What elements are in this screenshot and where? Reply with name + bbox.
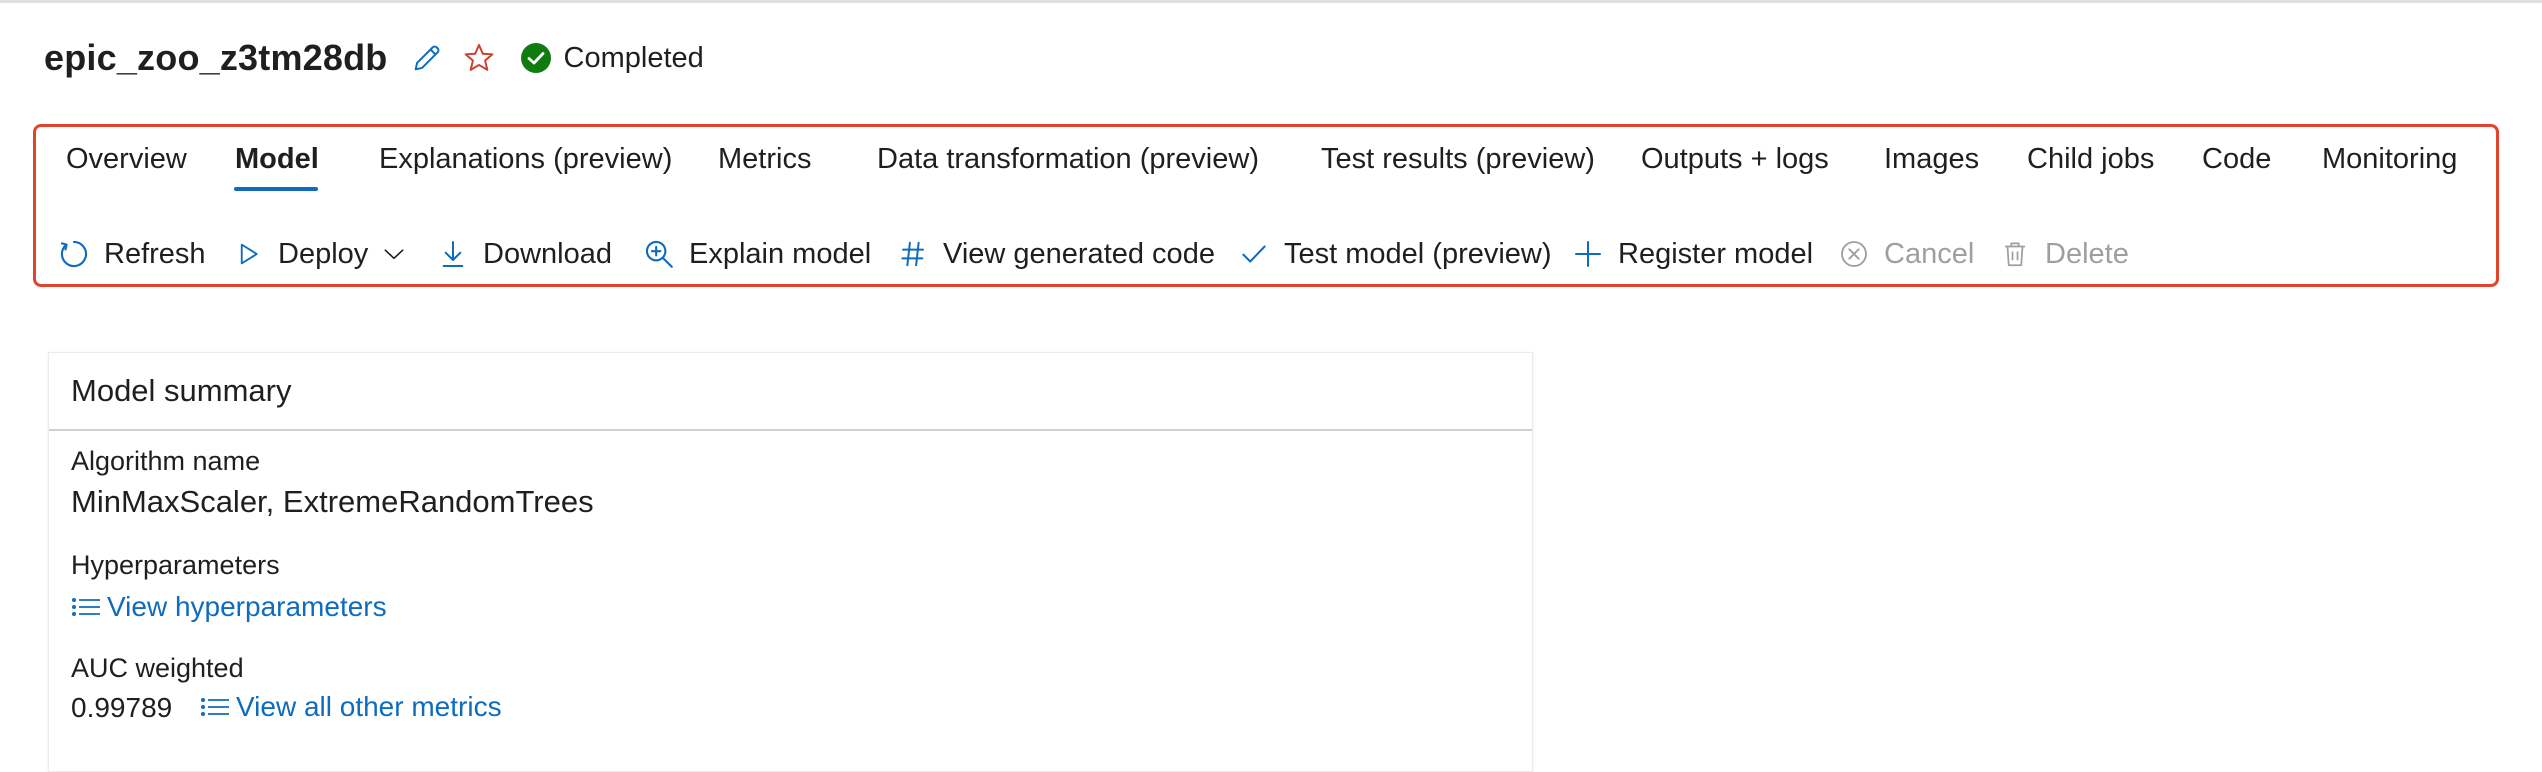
list-icon [71,593,103,621]
deploy-button[interactable]: Deploy [230,230,412,278]
view-hyperparameters-link[interactable]: View hyperparameters [71,591,387,623]
test-model-button[interactable]: Test model (preview) [1236,230,1552,278]
refresh-label: Refresh [104,237,206,270]
refresh-button[interactable]: Refresh [56,230,206,278]
cancel-label: Cancel [1884,237,1975,270]
algorithm-label: Algorithm name [71,446,261,476]
delete-label: Delete [2045,237,2129,270]
zoom-in-icon [641,236,677,272]
trash-icon [1997,236,2033,272]
pencil-icon[interactable] [408,39,446,77]
tab-test-results[interactable]: Test results (preview) [1321,128,1595,190]
deploy-label: Deploy [278,237,369,270]
tab-child-jobs[interactable]: Child jobs [2027,128,2154,190]
view-hyperparameters-label: View hyperparameters [107,591,387,622]
chevron-down-icon [376,236,412,272]
cancel-button[interactable]: Cancel [1836,230,1974,278]
card-divider [49,429,1532,431]
active-tab-indicator [234,187,318,191]
test-model-label: Test model (preview) [1284,237,1552,270]
tab-model[interactable]: Model [235,128,319,190]
cancel-circle-icon [1836,236,1872,272]
checkmark-icon [1236,236,1272,272]
register-model-label: Register model [1618,237,1814,270]
view-generated-code-label: View generated code [943,237,1215,270]
hashtag-icon [895,236,931,272]
explain-model-label: Explain model [689,237,872,270]
view-generated-code-button[interactable]: View generated code [895,230,1215,278]
star-icon[interactable] [460,39,498,77]
tab-explanations[interactable]: Explanations (preview) [379,128,672,190]
job-title: epic_zoo_z3tm28db [44,37,388,78]
card-title: Model summary [71,373,292,408]
list-icon [200,693,232,721]
top-divider [0,0,2542,3]
play-icon [230,236,266,272]
page-header: epic_zoo_z3tm28db Completed [44,30,704,86]
explain-model-button[interactable]: Explain model [641,230,871,278]
tab-monitoring[interactable]: Monitoring [2322,128,2457,190]
tab-overview[interactable]: Overview [66,128,187,190]
delete-button[interactable]: Delete [1997,230,2129,278]
algorithm-value: MinMaxScaler, ExtremeRandomTrees [71,484,594,519]
refresh-icon [56,236,92,272]
tab-data-transformation[interactable]: Data transformation (preview) [877,128,1259,190]
tab-images[interactable]: Images [1884,128,1979,190]
register-model-button[interactable]: Register model [1570,230,1813,278]
download-icon [435,236,471,272]
view-all-metrics-label: View all other metrics [236,691,502,722]
checkmark-circle-icon [520,42,552,74]
tab-code[interactable]: Code [2202,128,2271,190]
hyperparameters-label: Hyperparameters [71,550,280,580]
view-all-metrics-link[interactable]: View all other metrics [200,691,502,723]
tab-metrics[interactable]: Metrics [718,128,811,190]
auc-label: AUC weighted [71,653,244,683]
auc-value: 0.99789 [71,692,173,723]
download-label: Download [483,237,612,270]
status-badge: Completed [520,42,704,75]
add-icon [1570,236,1606,272]
download-button[interactable]: Download [435,230,612,278]
model-summary-card: Model summary Algorithm name MinMaxScale… [48,352,1533,772]
status-text: Completed [563,41,704,74]
tab-outputs-logs[interactable]: Outputs + logs [1641,128,1829,190]
